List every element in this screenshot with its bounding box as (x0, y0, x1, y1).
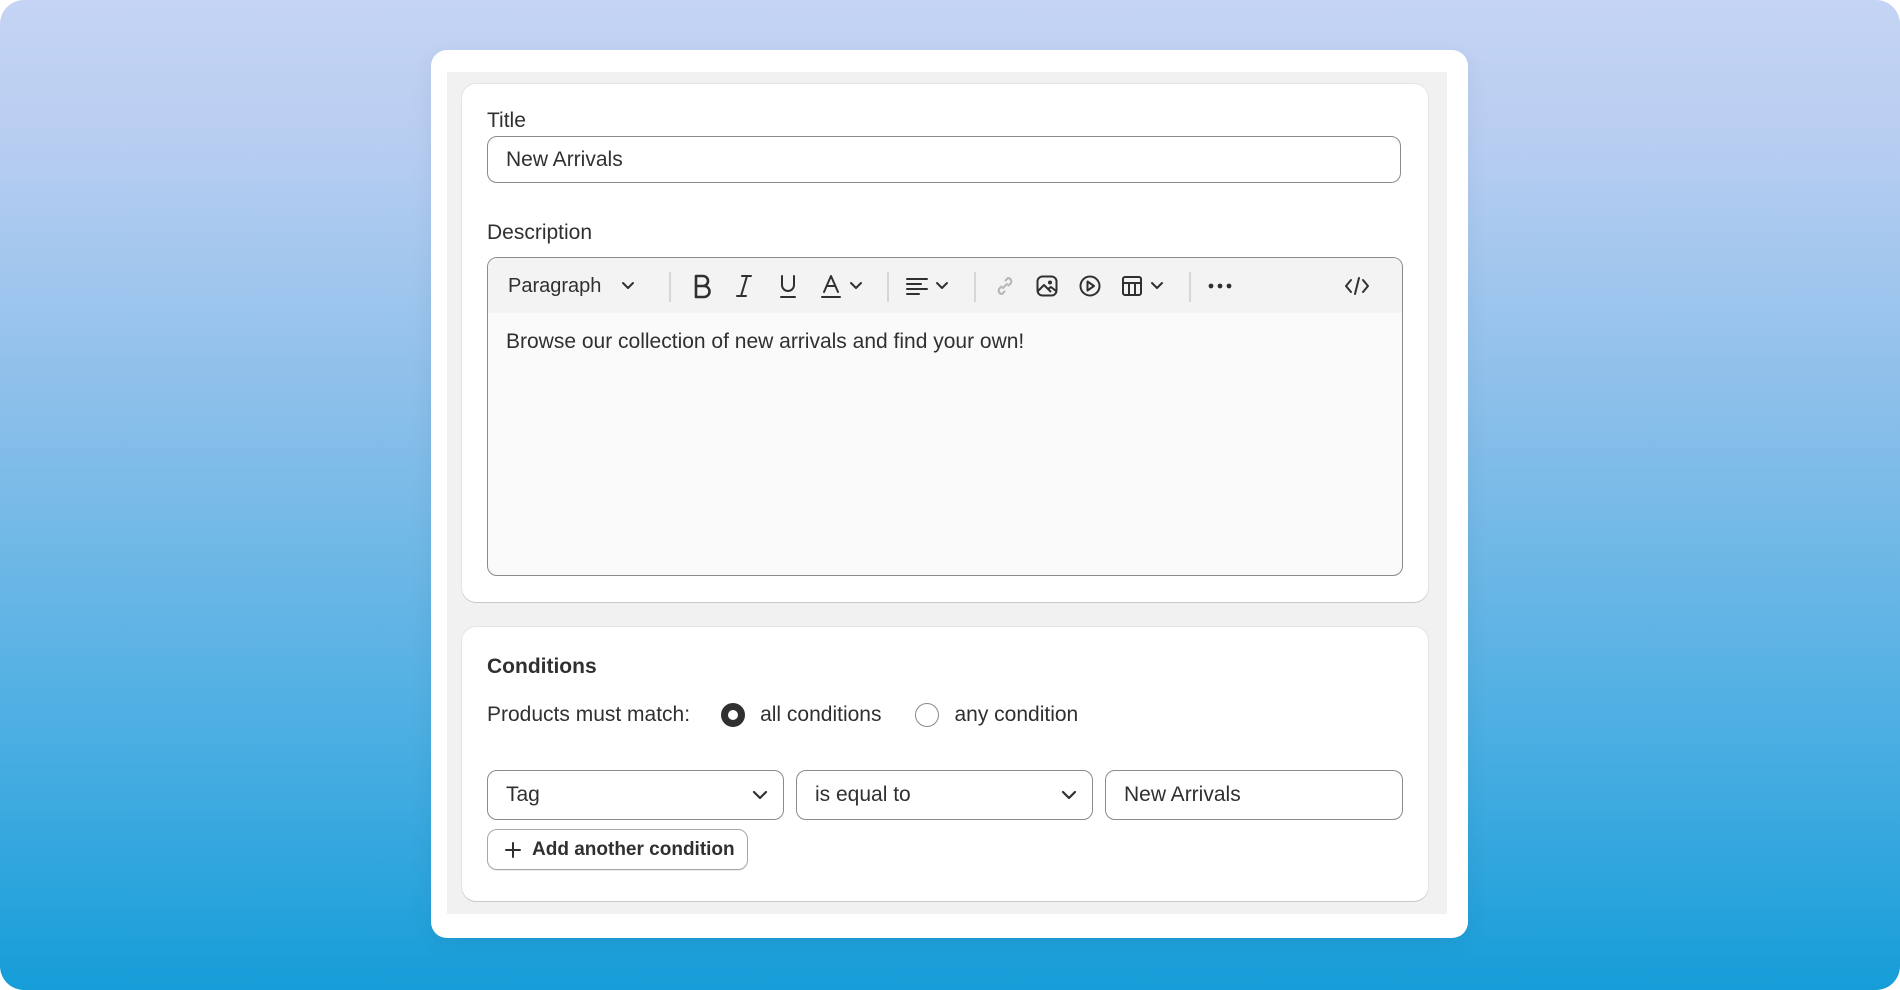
chevron-down-icon (849, 281, 863, 291)
toolbar-divider (887, 272, 889, 302)
code-view-button[interactable] (1344, 272, 1370, 300)
video-icon (1078, 274, 1102, 298)
align-icon (905, 274, 929, 298)
table-icon (1120, 274, 1144, 298)
underline-icon (777, 273, 799, 299)
link-button[interactable] (993, 272, 1017, 300)
condition-operator-select[interactable]: is equal to (796, 770, 1093, 820)
content-area: Title New Arrivals Description Paragraph (447, 72, 1447, 914)
add-condition-label: Add another condition (532, 838, 735, 860)
insert-image-button[interactable] (1035, 272, 1059, 300)
match-options: Products must match: all conditions any … (487, 695, 1078, 735)
code-icon (1344, 274, 1370, 298)
chevron-down-icon (751, 786, 769, 810)
underline-button[interactable] (777, 272, 799, 300)
bold-icon (691, 273, 713, 299)
radio-any-label: any condition (954, 703, 1079, 726)
more-options-button[interactable] (1207, 272, 1233, 300)
condition-field-value: Tag (506, 783, 540, 806)
description-editor[interactable]: Paragraph Browse our collection of new a… (487, 257, 1403, 576)
text-color-dropdown[interactable] (819, 272, 863, 300)
link-icon (993, 274, 1017, 298)
image-icon (1035, 274, 1059, 298)
description-label: Description (487, 221, 593, 244)
radio-all-label: all conditions (760, 703, 882, 726)
paragraph-format-label: Paragraph (508, 274, 602, 297)
title-label: Title (487, 109, 526, 132)
italic-icon (734, 273, 754, 299)
title-input[interactable]: New Arrivals (487, 136, 1401, 183)
paragraph-format-dropdown[interactable]: Paragraph (508, 272, 635, 300)
insert-table-dropdown[interactable] (1120, 272, 1164, 300)
conditions-card: Conditions Products must match: all cond… (462, 627, 1428, 901)
bold-button[interactable] (691, 272, 713, 300)
radio-unselected-icon (915, 703, 940, 727)
condition-field-select[interactable]: Tag (487, 770, 784, 820)
align-dropdown[interactable] (905, 272, 949, 300)
conditions-heading: Conditions (487, 655, 597, 678)
text-color-icon (819, 273, 843, 299)
window-frame: Title New Arrivals Description Paragraph (431, 50, 1468, 938)
condition-value-input[interactable]: New Arrivals (1105, 770, 1403, 820)
match-label: Products must match: (487, 703, 691, 726)
editor-toolbar: Paragraph (488, 258, 1402, 313)
toolbar-divider (1189, 272, 1191, 302)
radio-all-conditions[interactable]: all conditions (721, 703, 881, 727)
add-condition-button[interactable]: Add another condition (487, 829, 748, 870)
chevron-down-icon (935, 281, 949, 291)
page-background: Title New Arrivals Description Paragraph (0, 0, 1900, 990)
italic-button[interactable] (734, 272, 754, 300)
chevron-down-icon (621, 281, 635, 291)
radio-any-condition[interactable]: any condition (915, 703, 1078, 727)
toolbar-divider (974, 272, 976, 302)
chevron-down-icon (1150, 281, 1164, 291)
radio-selected-icon (721, 703, 746, 727)
chevron-down-icon (1060, 786, 1078, 810)
more-icon (1207, 274, 1233, 298)
plus-icon (504, 841, 522, 859)
toolbar-divider (669, 272, 671, 302)
insert-video-button[interactable] (1078, 272, 1102, 300)
condition-operator-value: is equal to (815, 783, 911, 806)
details-card: Title New Arrivals Description Paragraph (462, 84, 1428, 602)
description-text[interactable]: Browse our collection of new arrivals an… (506, 330, 1024, 354)
